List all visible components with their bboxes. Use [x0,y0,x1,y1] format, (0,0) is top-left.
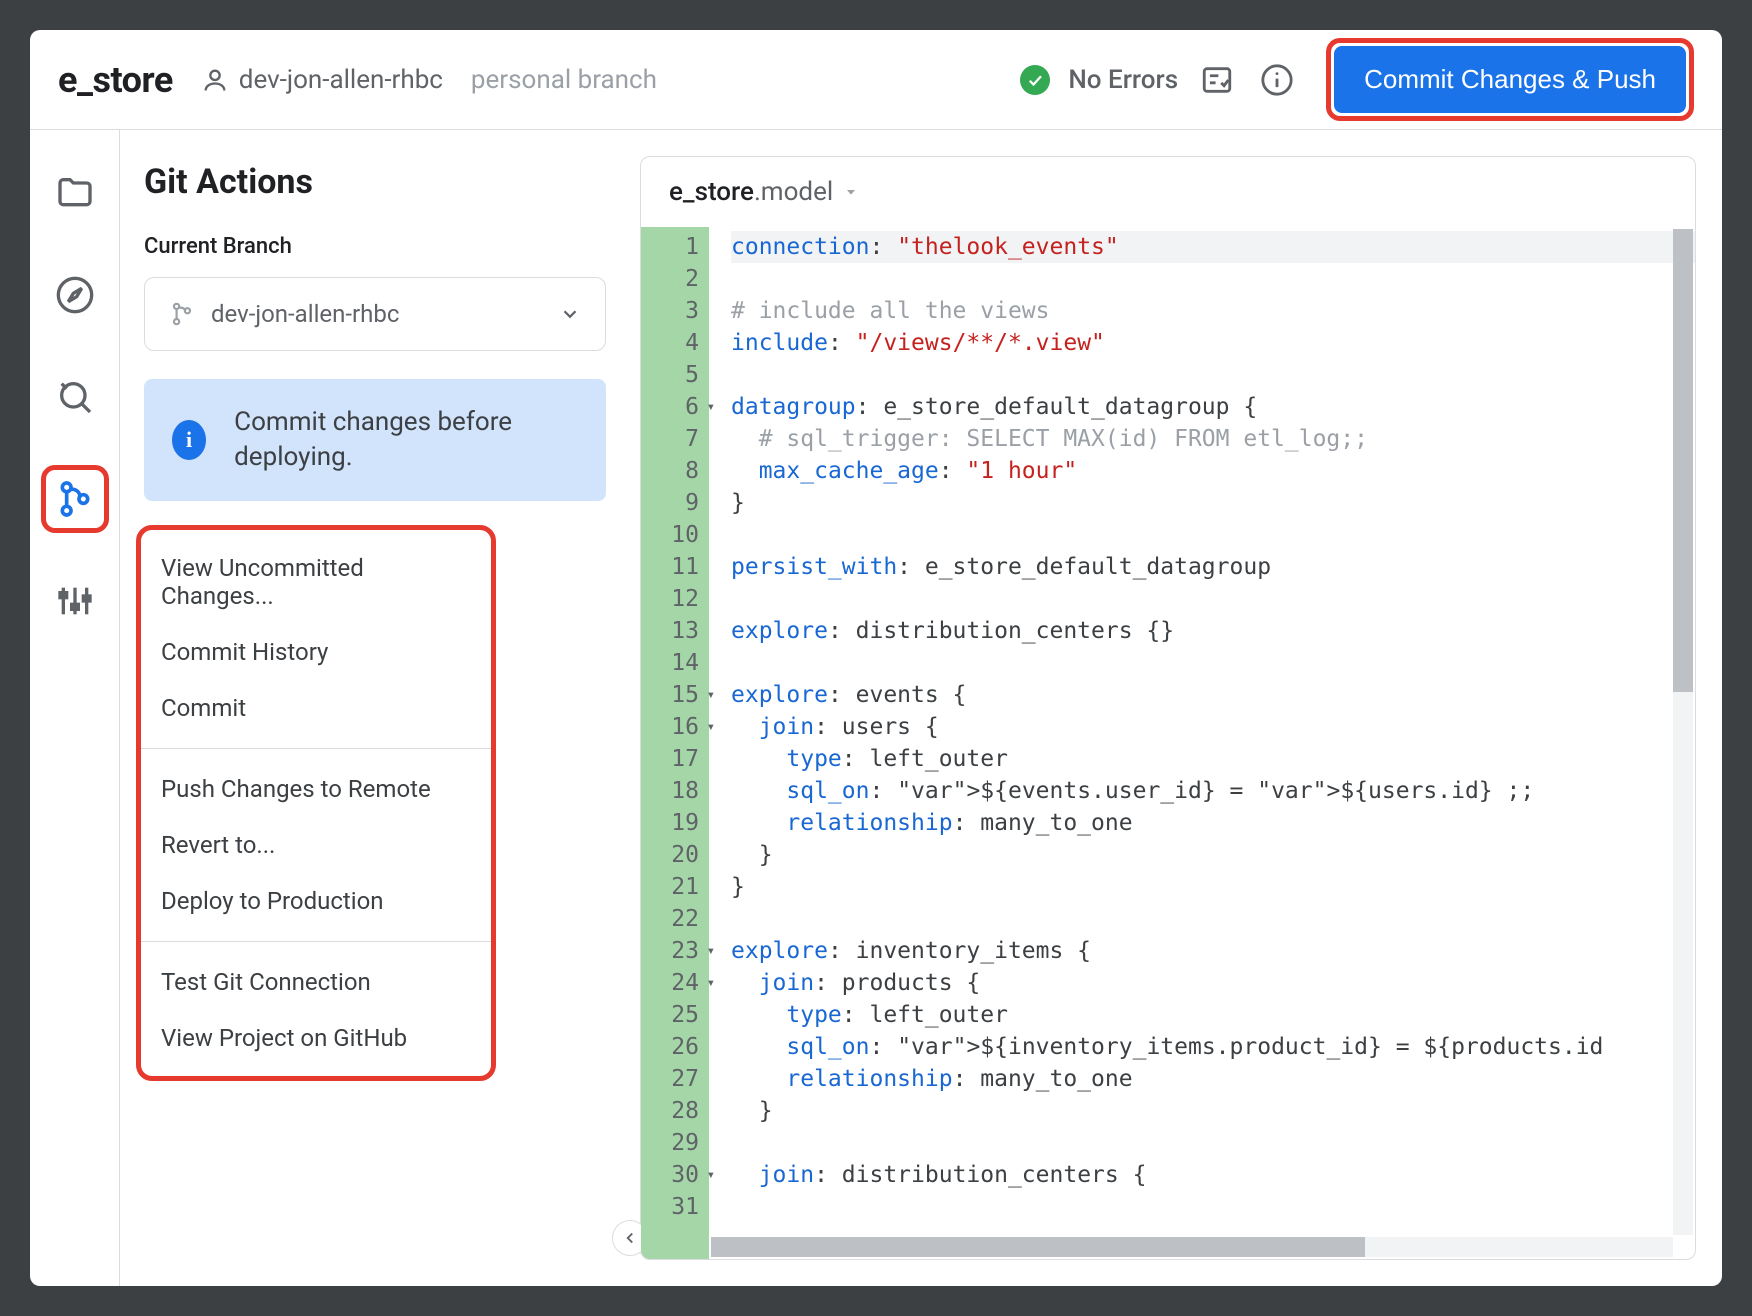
person-icon [201,66,229,94]
branch-type-label: personal branch [471,65,657,95]
scroll-thumb[interactable] [711,1237,1365,1257]
info-badge-icon: i [172,420,206,460]
nav-git-icon[interactable] [50,474,100,524]
caret-down-icon [843,184,859,200]
validation-status: No Errors [1068,65,1178,95]
action-commit-history[interactable]: Commit History [141,624,491,680]
highlight-git-actions: View Uncommitted Changes... Commit Histo… [136,525,496,1081]
commit-banner: i Commit changes before deploying. [144,379,606,501]
nav-files-icon[interactable] [50,168,100,218]
current-branch-label: Current Branch [144,234,606,259]
divider [141,748,491,749]
check-details-icon[interactable] [1196,59,1238,101]
branch-icon [169,301,195,327]
branch-name[interactable]: dev-jon-allen-rhbc [239,65,443,95]
code-editor[interactable]: 1234567891011121314151617181920212223242… [641,227,1695,1259]
nav-rail [30,130,120,1286]
highlight-commit-button: Commit Changes & Push [1326,38,1694,121]
nav-search-icon[interactable] [50,372,100,422]
editor-card: e_store.model 12345678910111213141516171… [640,156,1696,1260]
editor-area: e_store.model 12345678910111213141516171… [630,130,1722,1286]
branch-selector[interactable]: dev-jon-allen-rhbc [144,277,606,351]
action-revert[interactable]: Revert to... [141,817,491,873]
action-view-github[interactable]: View Project on GitHub [141,1010,491,1066]
git-panel-title: Git Actions [144,162,606,202]
commit-push-button[interactable]: Commit Changes & Push [1334,46,1686,113]
highlight-git-nav [41,465,109,533]
action-commit[interactable]: Commit [141,680,491,736]
info-icon[interactable] [1256,59,1298,101]
scroll-thumb[interactable] [1673,229,1693,692]
divider [141,941,491,942]
project-title: e_store [58,59,173,101]
validation-ok-icon [1020,65,1050,95]
app-window: e_store dev-jon-allen-rhbc personal bran… [30,30,1722,1286]
top-bar: e_store dev-jon-allen-rhbc personal bran… [30,30,1722,130]
line-gutter: 1234567891011121314151617181920212223242… [641,227,709,1259]
action-deploy[interactable]: Deploy to Production [141,873,491,929]
vertical-scrollbar[interactable] [1673,229,1693,1235]
action-view-uncommitted[interactable]: View Uncommitted Changes... [141,540,491,624]
git-actions-panel: Git Actions Current Branch dev-jon-allen… [120,130,630,1286]
file-base: e_store [669,177,754,207]
action-test-connection[interactable]: Test Git Connection [141,954,491,1010]
nav-explore-icon[interactable] [50,270,100,320]
nav-settings-icon[interactable] [50,576,100,626]
code-content[interactable]: connection: "thelook_events"# include al… [709,227,1695,1259]
horizontal-scrollbar[interactable] [711,1237,1673,1257]
file-ext: .model [754,177,833,207]
commit-banner-text: Commit changes before deploying. [234,405,578,475]
chevron-down-icon [559,303,581,325]
editor-file-tab[interactable]: e_store.model [641,157,1695,227]
action-push-remote[interactable]: Push Changes to Remote [141,761,491,817]
branch-selector-value: dev-jon-allen-rhbc [211,300,399,328]
